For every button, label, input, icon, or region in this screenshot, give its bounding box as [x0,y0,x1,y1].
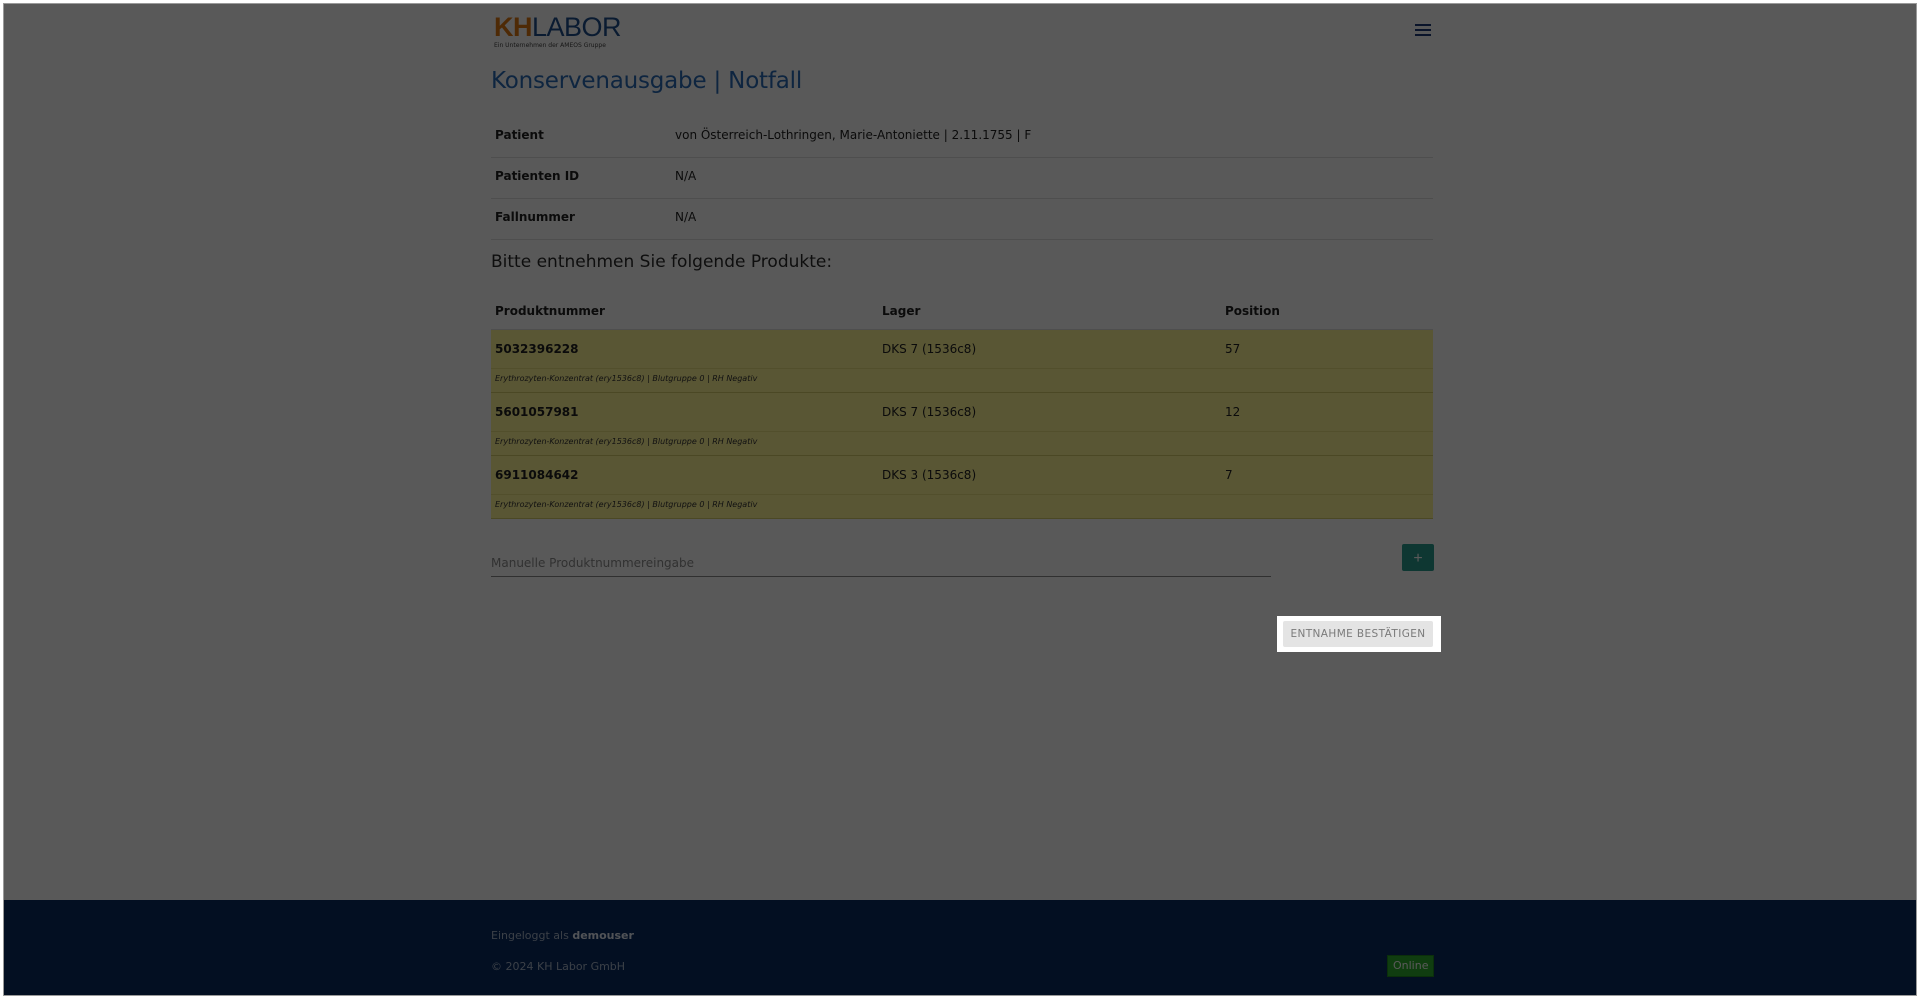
product-position: 7 [1225,468,1233,482]
copyright: © 2024 KH Labor GmbH [491,960,626,973]
confirm-highlight: ENTNAHME BESTÄTIGEN [1277,616,1441,652]
login-prefix: Eingeloggt als [491,929,569,942]
logo-kh: KH [494,12,533,42]
app-frame: KHLABOR Ein Unternehmen der AMEOS Gruppe… [3,3,1917,996]
column-header-storage: Lager [882,304,921,318]
info-value: N/A [675,210,697,224]
info-row-patient-id: Patienten ID N/A [491,158,1433,199]
kh-labor-logo[interactable]: KHLABOR Ein Unternehmen der AMEOS Gruppe [494,12,622,50]
hamburger-menu-icon[interactable] [1415,24,1431,38]
info-label: Patient [495,128,544,142]
logo-subtitle: Ein Unternehmen der AMEOS Gruppe [494,42,606,49]
table-row: 6911084642 DKS 3 (1536c8) 7 Erythrozyten… [491,456,1433,519]
info-label: Patienten ID [495,169,580,183]
product-number: 6911084642 [495,468,579,482]
manual-product-number-input[interactable] [491,550,1271,577]
info-value: von Österreich-Lothringen, Marie-Antonie… [675,128,1032,142]
add-product-button[interactable]: + [1402,544,1434,571]
product-description: Erythrozyten-Konzentrat (ery1536c8) | Bl… [495,374,758,383]
footer: Eingeloggt als demouser © 2024 KH Labor … [4,900,1916,995]
info-row-case-number: Fallnummer N/A [491,199,1433,240]
products-section-title: Bitte entnehmen Sie folgende Produkte: [491,252,833,272]
product-storage: DKS 3 (1536c8) [882,468,977,482]
table-row: 5601057981 DKS 7 (1536c8) 12 Erythrozyte… [491,393,1433,456]
column-header-position: Position [1225,304,1280,318]
confirm-removal-button[interactable]: ENTNAHME BESTÄTIGEN [1283,621,1433,647]
username: demouser [572,929,634,942]
product-storage: DKS 7 (1536c8) [882,342,977,356]
info-value: N/A [675,169,697,183]
info-label: Fallnummer [495,210,575,224]
products-table-header: Produktnummer Lager Position [491,294,1433,330]
product-description: Erythrozyten-Konzentrat (ery1536c8) | Bl… [495,500,758,509]
column-header-product-number: Produktnummer [495,304,605,318]
product-number: 5032396228 [495,342,579,356]
product-position: 12 [1225,405,1241,419]
login-status: Eingeloggt als demouser [491,929,634,942]
page-title: Konservenausgabe | Notfall [491,68,803,94]
product-number: 5601057981 [495,405,579,419]
product-description: Erythrozyten-Konzentrat (ery1536c8) | Bl… [495,437,758,446]
patient-info-table: Patient von Österreich-Lothringen, Marie… [491,117,1433,240]
table-row: 5032396228 DKS 7 (1536c8) 57 Erythrozyte… [491,330,1433,393]
header: KHLABOR Ein Unternehmen der AMEOS Gruppe [491,12,1433,52]
product-position: 57 [1225,342,1241,356]
online-status-badge: Online [1387,955,1435,977]
info-row-patient: Patient von Österreich-Lothringen, Marie… [491,117,1433,158]
logo-labor: LABOR [532,12,622,42]
products-table: Produktnummer Lager Position 5032396228 … [491,294,1433,519]
product-storage: DKS 7 (1536c8) [882,405,977,419]
